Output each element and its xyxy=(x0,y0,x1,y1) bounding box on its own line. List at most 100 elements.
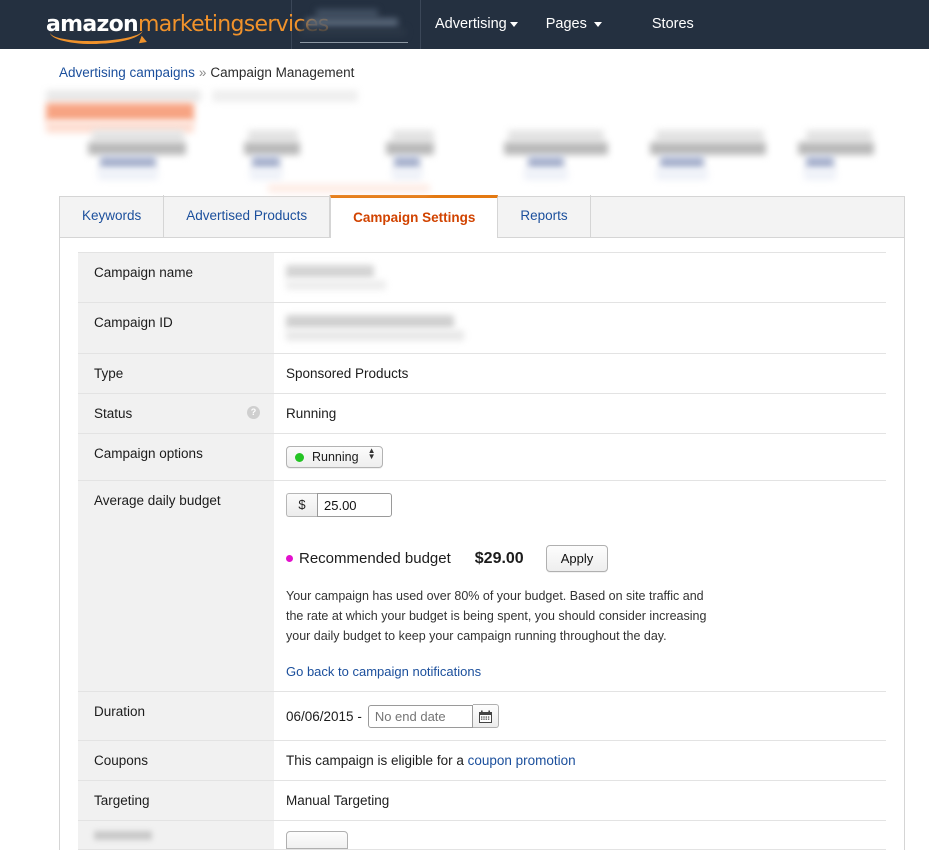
metric-redaction-block xyxy=(524,169,568,180)
campaign-management-card: Keywords Advertised Products Campaign Se… xyxy=(59,195,905,850)
status-green-dot-icon xyxy=(295,452,304,462)
apply-button[interactable]: Apply xyxy=(545,545,609,572)
metric-redaction-block xyxy=(528,156,564,169)
value-coupons: This campaign is eligible for a coupon p… xyxy=(274,741,886,781)
tab-keywords[interactable]: Keywords xyxy=(60,195,165,237)
end-date-input[interactable] xyxy=(367,704,473,728)
label-coupons: Coupons xyxy=(78,740,274,781)
chevron-down-icon xyxy=(593,21,602,27)
metric-redaction-block xyxy=(250,169,282,180)
value-partially-visible xyxy=(274,821,886,850)
breadcrumb-link-advertising-campaigns[interactable]: Advertising campaigns xyxy=(59,65,195,80)
metric-redaction-block xyxy=(100,156,156,169)
label-targeting: Targeting xyxy=(78,780,274,821)
nav-item-stores[interactable]: Stores xyxy=(638,0,708,49)
metric-redaction-block xyxy=(46,103,194,121)
tab-campaign-settings-label: Campaign Settings xyxy=(353,210,476,225)
campaign-status-dropdown-value: Running xyxy=(312,450,359,464)
table-row-partially-visible xyxy=(78,820,886,850)
duration-start-date: 06/06/2015 - xyxy=(286,708,362,724)
tab-campaign-settings[interactable]: Campaign Settings xyxy=(330,195,499,238)
coupons-text: This campaign is eligible for a xyxy=(286,753,468,768)
table-row-campaign-options: Campaign options Running ▲ ▼ xyxy=(78,433,886,481)
campaign-status-dropdown[interactable]: Running ▲ ▼ xyxy=(286,446,383,468)
metric-redaction-block xyxy=(92,130,184,142)
metric-redaction-block xyxy=(252,156,280,169)
duration-controls: 06/06/2015 - xyxy=(286,704,886,728)
recommended-budget-label: Recommended budget xyxy=(299,550,451,567)
amazon-marketing-services-logo[interactable]: amazon marketingservices xyxy=(46,12,329,46)
label-campaign-name: Campaign name xyxy=(78,252,274,303)
label-campaign-id: Campaign ID xyxy=(78,302,274,354)
label-campaign-options: Campaign options xyxy=(78,433,274,481)
metric-redaction-block xyxy=(656,169,708,180)
metric-redaction-block xyxy=(508,130,604,142)
cutoff-control-button[interactable] xyxy=(286,831,348,849)
breadcrumb-current-page: Campaign Management xyxy=(210,65,355,80)
label-status-text: Status xyxy=(94,406,133,421)
nav-item-pages[interactable]: Pages xyxy=(532,0,616,49)
account-selector[interactable] xyxy=(298,0,414,49)
nav-item-advertising[interactable]: Advertising xyxy=(421,0,532,49)
label-partially-visible xyxy=(78,820,274,850)
metric-redaction-block xyxy=(656,130,764,142)
metric-redaction-block xyxy=(804,169,836,180)
recommended-budget-row: Recommended budget $29.00 Apply xyxy=(286,545,886,572)
budget-warning-text: Your campaign has used over 80% of your … xyxy=(286,589,707,643)
metric-redaction-block xyxy=(248,130,298,142)
label-average-daily-budget: Average daily budget xyxy=(78,480,274,692)
metric-redaction-block xyxy=(386,142,434,155)
metric-redaction-block xyxy=(660,156,704,169)
value-campaign-options: Running ▲ ▼ xyxy=(274,434,886,481)
tab-reports[interactable]: Reports xyxy=(498,195,591,237)
campaign-settings-panel: Campaign name Campaign ID Type Sponsored… xyxy=(59,238,905,850)
calendar-icon[interactable] xyxy=(472,704,499,728)
metric-redaction-block xyxy=(798,142,874,155)
tab-advertised-products-label: Advertised Products xyxy=(186,208,308,223)
tab-bar: Keywords Advertised Products Campaign Se… xyxy=(59,195,905,238)
recommended-budget-dot-icon xyxy=(286,555,293,562)
tab-reports-label: Reports xyxy=(520,208,568,223)
account-redaction-block xyxy=(316,9,378,18)
campaign-metrics-summary-redacted xyxy=(0,86,929,196)
metric-redaction-block xyxy=(806,156,834,169)
amazon-swoosh-icon xyxy=(49,29,144,46)
table-row-duration: Duration 06/06/2015 - xyxy=(78,691,886,741)
campaign-name-redaction-block xyxy=(286,265,374,278)
metric-redaction-block xyxy=(268,184,430,193)
campaign-id-redaction-block xyxy=(286,330,464,341)
currency-prefix: $ xyxy=(286,493,317,517)
label-duration: Duration xyxy=(78,691,274,741)
question-mark-icon[interactable]: ? xyxy=(247,406,260,419)
campaign-settings-table: Campaign name Campaign ID Type Sponsored… xyxy=(78,252,886,850)
table-row-campaign-id: Campaign ID xyxy=(78,302,886,354)
breadcrumb: Advertising campaigns» Campaign Managemen… xyxy=(59,65,929,80)
label-type: Type xyxy=(78,353,274,394)
metric-redaction-block xyxy=(392,169,422,180)
daily-budget-input[interactable] xyxy=(317,493,392,517)
go-back-to-campaign-notifications-link[interactable]: Go back to campaign notifications xyxy=(286,664,481,679)
value-campaign-id xyxy=(274,303,886,354)
account-redaction-block xyxy=(306,18,398,28)
table-row-campaign-name: Campaign name xyxy=(78,252,886,303)
tab-advertised-products[interactable]: Advertised Products xyxy=(164,195,331,237)
value-campaign-name xyxy=(274,253,886,303)
nav-item-advertising-label: Advertising xyxy=(435,16,507,32)
breadcrumb-separator: » xyxy=(198,65,207,80)
metric-redaction-block xyxy=(212,90,358,102)
metric-redaction-block xyxy=(98,169,158,180)
value-targeting: Manual Targeting xyxy=(286,793,390,808)
chevron-down-icon xyxy=(509,21,518,27)
table-row-targeting: Targeting Manual Targeting xyxy=(78,780,886,821)
account-redaction-block xyxy=(300,28,406,36)
coupon-promotion-link[interactable]: coupon promotion xyxy=(468,753,576,768)
value-type: Sponsored Products xyxy=(286,366,409,381)
metric-redaction-block xyxy=(504,142,608,155)
metric-redaction-block xyxy=(394,156,420,169)
label-status: Status ? xyxy=(78,393,274,434)
account-selector-underline xyxy=(300,42,408,43)
nav-item-pages-label: Pages xyxy=(545,16,587,32)
budget-input-group: $ xyxy=(286,493,886,517)
table-row-coupons: Coupons This campaign is eligible for a … xyxy=(78,740,886,781)
tab-keywords-label: Keywords xyxy=(82,208,142,223)
